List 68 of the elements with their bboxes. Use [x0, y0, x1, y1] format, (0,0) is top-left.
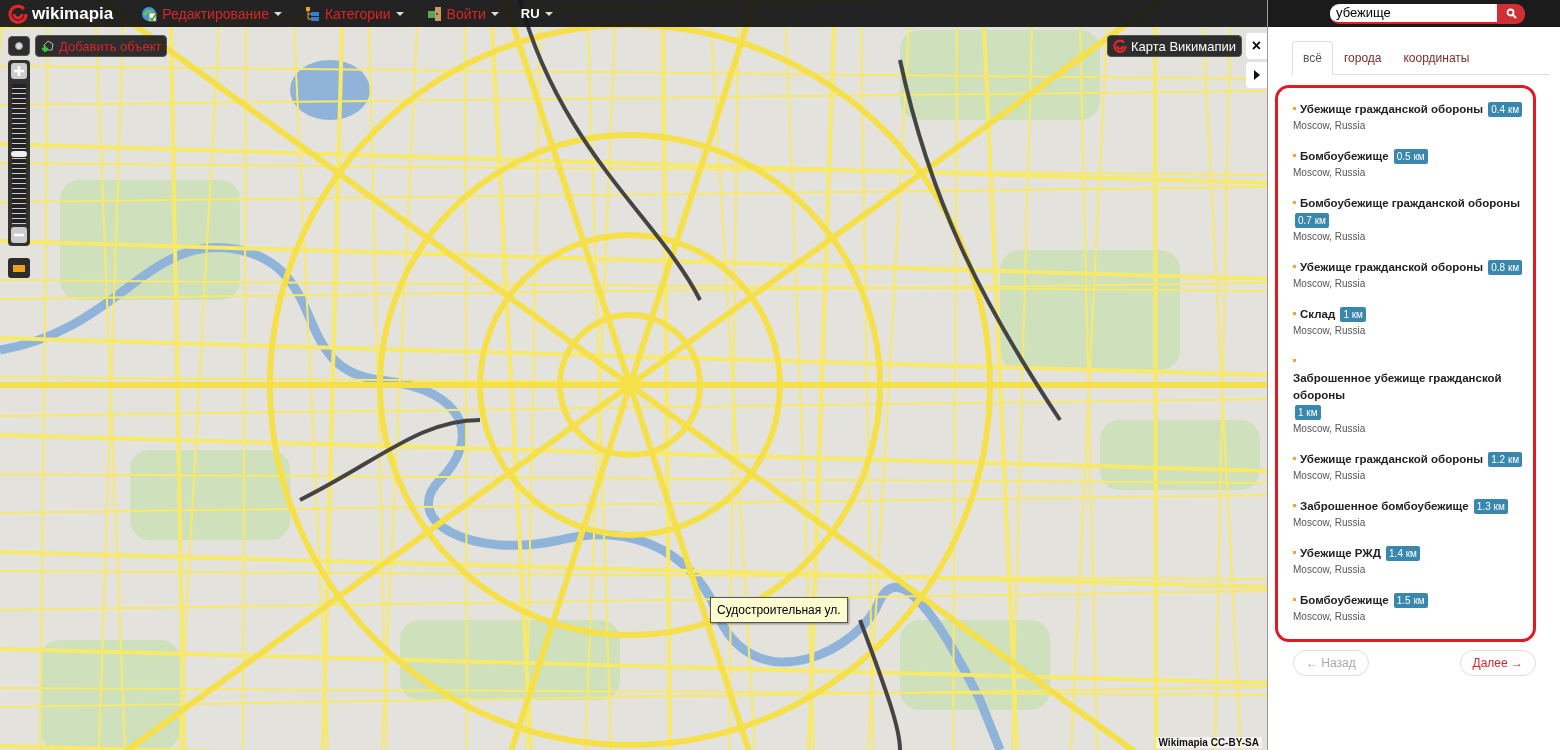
bullet-icon [1293, 503, 1296, 507]
bullet-icon [1293, 358, 1296, 362]
bullet-icon [1293, 550, 1296, 554]
distance-badge: 0.5 км [1393, 149, 1428, 164]
result-location: Moscow, Russia [1293, 278, 1367, 289]
zoom-in-icon[interactable] [11, 63, 27, 79]
search-button[interactable] [1497, 3, 1525, 24]
result-link[interactable]: Заброшенное бомбоубежище [1300, 498, 1469, 515]
distance-badge: 1 км [1295, 405, 1321, 420]
expand-button[interactable] [1246, 62, 1267, 88]
door-icon [425, 5, 442, 22]
result-location: Moscow, Russia [1293, 120, 1367, 131]
result-location: Moscow, Russia [1293, 167, 1367, 178]
result-link[interactable]: Убежище гражданской обороны [1300, 451, 1483, 468]
result-location: Moscow, Russia [1293, 517, 1367, 528]
result-link[interactable]: Бомбоубежище [1300, 148, 1389, 165]
bullet-icon [1293, 456, 1296, 460]
result-location: Moscow, Russia [1293, 423, 1367, 434]
result-link[interactable]: Склад [1300, 306, 1336, 323]
hierarchy-icon [303, 5, 320, 22]
bullet-icon [1293, 200, 1296, 204]
globe-pencil-icon [141, 5, 158, 22]
distance-badge: 1 км [1340, 307, 1366, 322]
bullet-icon [1293, 597, 1296, 601]
result-location: Moscow, Russia [1293, 564, 1367, 575]
result-link[interactable]: Убежище РЖД [1300, 545, 1381, 562]
result-link[interactable]: Бомбоубежище гражданской обороны [1300, 195, 1520, 212]
result-link[interactable]: Бомбоубежище [1300, 592, 1389, 609]
add-place-icon [41, 39, 55, 53]
distance-badge: 0.8 км [1488, 260, 1523, 275]
locate-button[interactable] [8, 36, 30, 56]
zoom-thumb[interactable] [11, 151, 27, 157]
distance-badge: 0.4 км [1488, 102, 1523, 117]
tab[interactable]: города [1332, 41, 1393, 75]
next-button[interactable]: Далее → [1459, 650, 1536, 676]
attribution-text: Wikimapia CC-BY-SA [1155, 737, 1262, 748]
logo-text[interactable]: wikimapia [32, 3, 114, 24]
distance-badge: 1.2 км [1488, 452, 1523, 467]
logo-icon [8, 3, 28, 24]
result-location: Moscow, Russia [1293, 611, 1367, 622]
zoom-out-icon[interactable] [11, 227, 27, 243]
result-location: Moscow, Russia [1293, 325, 1367, 336]
logo-icon [1113, 39, 1127, 53]
map-tooltip: Судостроительная ул. [710, 597, 848, 623]
search-field[interactable]: убежище [1330, 3, 1497, 24]
dot-icon [14, 41, 24, 51]
result-location: Moscow, Russia [1293, 470, 1367, 481]
result-link[interactable]: Убежище гражданской обороны [1300, 259, 1483, 276]
tab[interactable]: всё [1292, 41, 1333, 75]
distance-badge: 0.7 км [1295, 213, 1329, 228]
result-link[interactable]: Заброшенное убежище гражданской обороны [1293, 370, 1527, 404]
zoom-slider[interactable] [12, 84, 26, 224]
result-link[interactable]: Убежище гражданской обороны [1300, 101, 1483, 118]
distance-badge: 1.5 км [1393, 593, 1428, 608]
distance-badge: 1.4 км [1386, 546, 1420, 561]
ruler-button[interactable] [8, 258, 30, 278]
bullet-icon [1293, 106, 1296, 110]
bullet-icon [1293, 153, 1296, 157]
bullet-icon [1293, 264, 1296, 268]
distance-badge: 1.3 км [1473, 499, 1508, 514]
search-icon [1505, 8, 1517, 19]
bullet-icon [1293, 311, 1296, 315]
triangle-right-icon [1253, 70, 1260, 80]
result-location: Moscow, Russia [1293, 231, 1367, 242]
map-layer-button[interactable]: Карта Викимапии [1107, 35, 1242, 57]
menu-button[interactable]: RU [520, 6, 553, 21]
close-button[interactable]: × [1246, 33, 1267, 59]
tab[interactable]: координаты [1392, 41, 1481, 75]
